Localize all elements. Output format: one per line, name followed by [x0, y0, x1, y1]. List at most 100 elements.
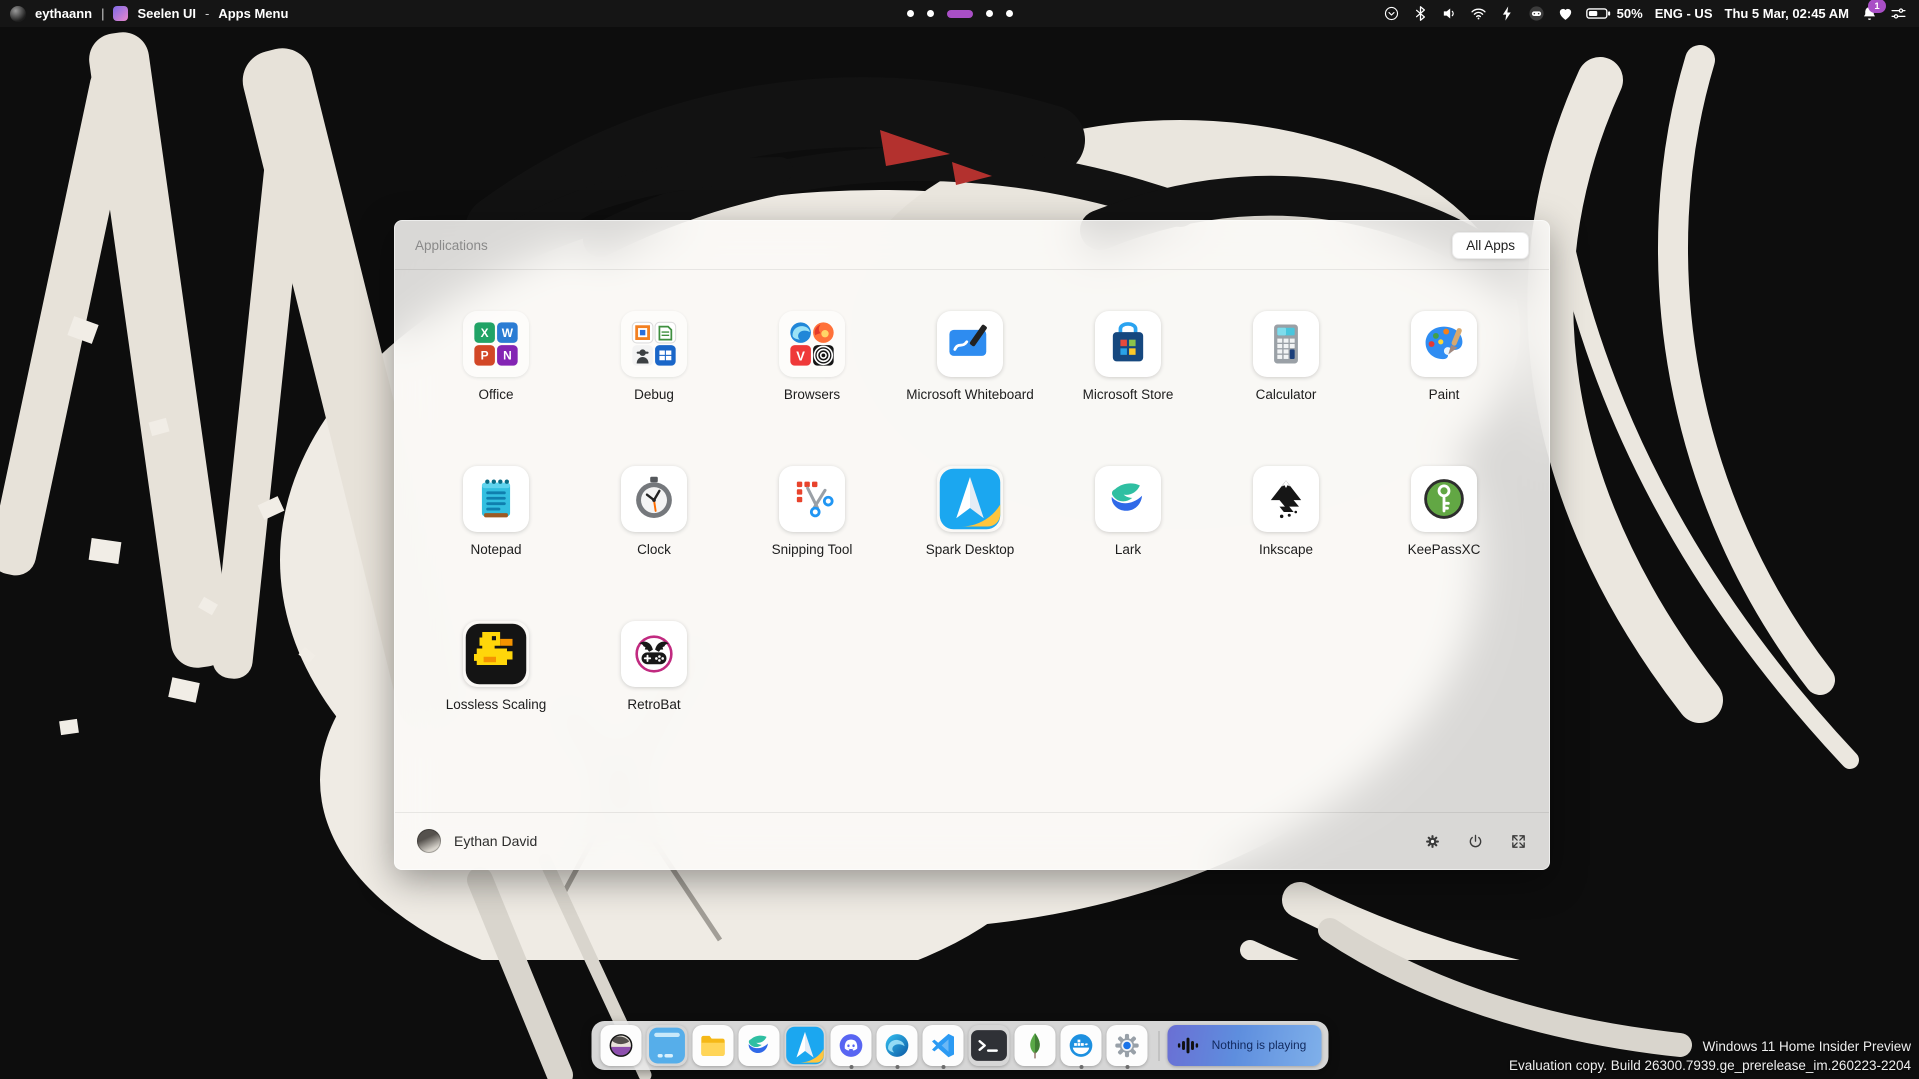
- svg-text:X: X: [481, 326, 489, 340]
- microsoft-store-icon: [1095, 311, 1161, 377]
- seelen-logo-icon[interactable]: [113, 6, 128, 21]
- app-clock[interactable]: Clock: [575, 466, 733, 621]
- svg-text:N: N: [503, 349, 512, 363]
- dock-items: [598, 1021, 1150, 1070]
- volume-icon[interactable]: [1441, 5, 1458, 22]
- dock-item-mongodb[interactable]: [1012, 1021, 1058, 1070]
- dock-item-lark[interactable]: [736, 1021, 782, 1070]
- settings-gear-icon[interactable]: [1424, 833, 1441, 850]
- quick-settings-icon[interactable]: [1890, 5, 1907, 22]
- app-retrobat[interactable]: RetroBat: [575, 621, 733, 776]
- audio-wave-icon: [1174, 1032, 1201, 1059]
- app-lossless-scaling[interactable]: Lossless Scaling: [417, 621, 575, 776]
- taskbar-separator: |: [101, 6, 104, 21]
- app-snipping-tool[interactable]: Snipping Tool: [733, 466, 891, 621]
- chevron-circle-icon[interactable]: [1383, 5, 1400, 22]
- app-lark[interactable]: Lark: [1049, 466, 1207, 621]
- app-label: Office: [478, 386, 513, 404]
- svg-text:P: P: [481, 349, 489, 363]
- dock-item-docker[interactable]: [1058, 1021, 1104, 1070]
- calculator-icon: [1253, 311, 1319, 377]
- app-label: Spark Desktop: [926, 541, 1015, 559]
- footer-user-name: Eythan David: [454, 833, 537, 849]
- app-notepad[interactable]: Notepad: [417, 466, 575, 621]
- keepassxc-icon: [1411, 466, 1477, 532]
- notepad-icon: [463, 466, 529, 532]
- app-spark-desktop[interactable]: Spark Desktop: [891, 466, 1049, 621]
- lossless-scaling-icon: [463, 621, 529, 687]
- power-icon[interactable]: [1467, 833, 1484, 850]
- dock-separator: [1158, 1031, 1159, 1061]
- running-indicator: [849, 1065, 853, 1069]
- language-indicator[interactable]: ENG - US: [1655, 6, 1713, 21]
- app-office[interactable]: XWPNOffice: [417, 311, 575, 466]
- apps-menu-header: Applications All Apps: [395, 221, 1549, 270]
- retrobat-icon: [621, 621, 687, 687]
- workspace-dot[interactable]: [986, 10, 993, 17]
- dock-item-spark-desktop[interactable]: [782, 1021, 828, 1070]
- workspace-dot[interactable]: [1006, 10, 1013, 17]
- dock-item-vscode[interactable]: [920, 1021, 966, 1070]
- all-apps-button[interactable]: All Apps: [1452, 232, 1529, 259]
- taskbar-tray: 50% ENG - US Thu 5 Mar, 02:45 AM 1: [1383, 5, 1919, 22]
- wifi-icon[interactable]: [1470, 5, 1487, 22]
- dock-item-discord[interactable]: [828, 1021, 874, 1070]
- battery-percent: 50%: [1617, 6, 1643, 21]
- heart-icon[interactable]: [1557, 5, 1574, 22]
- running-indicator: [1079, 1065, 1083, 1069]
- footer-actions: [1424, 833, 1527, 850]
- discord-icon: [831, 1025, 872, 1066]
- dock-item-seelen-settings[interactable]: [644, 1021, 690, 1070]
- settings-icon: [1107, 1025, 1148, 1066]
- spark-desktop-icon: [785, 1025, 826, 1066]
- microsoft-edge-icon: [877, 1025, 918, 1066]
- apps-menu-panel: Applications All Apps XWPNOfficeDebugVBr…: [394, 220, 1550, 870]
- bluetooth-icon[interactable]: [1412, 5, 1429, 22]
- taskbar-menu-name[interactable]: Apps Menu: [218, 6, 288, 21]
- notification-badge: 1: [1868, 0, 1886, 13]
- running-indicator: [941, 1065, 945, 1069]
- clock-icon: [621, 466, 687, 532]
- user-avatar-icon[interactable]: [10, 6, 26, 22]
- dock-item-microsoft-edge[interactable]: [874, 1021, 920, 1070]
- seelen-settings-icon: [647, 1025, 688, 1066]
- browsers-icon: V: [779, 311, 845, 377]
- dock-item-settings[interactable]: [1104, 1021, 1150, 1070]
- footer-user-avatar[interactable]: [417, 829, 441, 853]
- app-label: Snipping Tool: [772, 541, 853, 559]
- notifications-bell-icon[interactable]: 1: [1861, 5, 1878, 22]
- app-label: Lark: [1115, 541, 1141, 559]
- app-browsers[interactable]: V Browsers: [733, 311, 891, 466]
- expand-fullscreen-icon[interactable]: [1510, 833, 1527, 850]
- snipping-tool-icon: [779, 466, 845, 532]
- gamepad-circle-icon[interactable]: [1528, 5, 1545, 22]
- dock-item-terminal[interactable]: [966, 1021, 1012, 1070]
- taskbar-username[interactable]: eythaann: [35, 6, 92, 21]
- mongodb-icon: [1015, 1025, 1056, 1066]
- app-microsoft-store[interactable]: Microsoft Store: [1049, 311, 1207, 466]
- workspace-dot[interactable]: [907, 10, 914, 17]
- app-inkscape[interactable]: Inkscape: [1207, 466, 1365, 621]
- taskbar-app-name[interactable]: Seelen UI: [137, 6, 196, 21]
- app-label: Calculator: [1256, 386, 1317, 404]
- app-label: Browsers: [784, 386, 840, 404]
- app-paint[interactable]: Paint: [1365, 311, 1523, 466]
- media-player-widget[interactable]: Nothing is playing: [1167, 1025, 1321, 1066]
- clock-datetime[interactable]: Thu 5 Mar, 02:45 AM: [1725, 6, 1850, 21]
- app-calculator[interactable]: Calculator: [1207, 311, 1365, 466]
- app-microsoft-whiteboard[interactable]: Microsoft Whiteboard: [891, 311, 1049, 466]
- app-label: Debug: [634, 386, 674, 404]
- running-indicator: [895, 1065, 899, 1069]
- app-label: Microsoft Store: [1083, 386, 1174, 404]
- dock-item-apps-menu-button[interactable]: [598, 1021, 644, 1070]
- app-debug[interactable]: Debug: [575, 311, 733, 466]
- battery-icon[interactable]: [1586, 5, 1611, 22]
- app-keepassxc[interactable]: KeePassXC: [1365, 466, 1523, 621]
- dock-item-file-explorer[interactable]: [690, 1021, 736, 1070]
- apps-menu-button-icon: [601, 1025, 642, 1066]
- dock: Nothing is playing: [591, 1021, 1328, 1070]
- bolt-icon[interactable]: [1499, 5, 1516, 22]
- workspace-dot-active[interactable]: [947, 10, 973, 18]
- lark-icon: [1095, 466, 1161, 532]
- workspace-dot[interactable]: [927, 10, 934, 17]
